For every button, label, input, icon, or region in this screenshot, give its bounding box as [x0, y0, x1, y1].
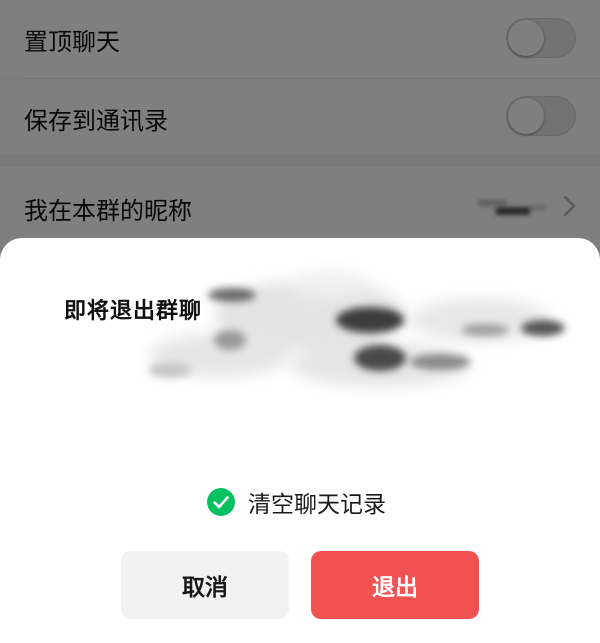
group-chat-settings-screen: 置顶聊天 保存到通讯录 我在本群的昵称	[0, 0, 600, 643]
dialog-title: 即将退出群聊	[64, 299, 203, 324]
clear-history-checkbox[interactable]: 清空聊天记录	[206, 486, 386, 518]
cancel-button[interactable]: 取消	[121, 551, 289, 619]
clear-history-label: 清空聊天记录	[248, 492, 386, 518]
exit-group-dialog: 即将退出群聊 清空聊天记录 取消 退出	[0, 238, 600, 643]
check-circle-icon	[207, 488, 235, 516]
redacted-group-name	[148, 271, 565, 387]
exit-button[interactable]: 退出	[311, 551, 479, 619]
